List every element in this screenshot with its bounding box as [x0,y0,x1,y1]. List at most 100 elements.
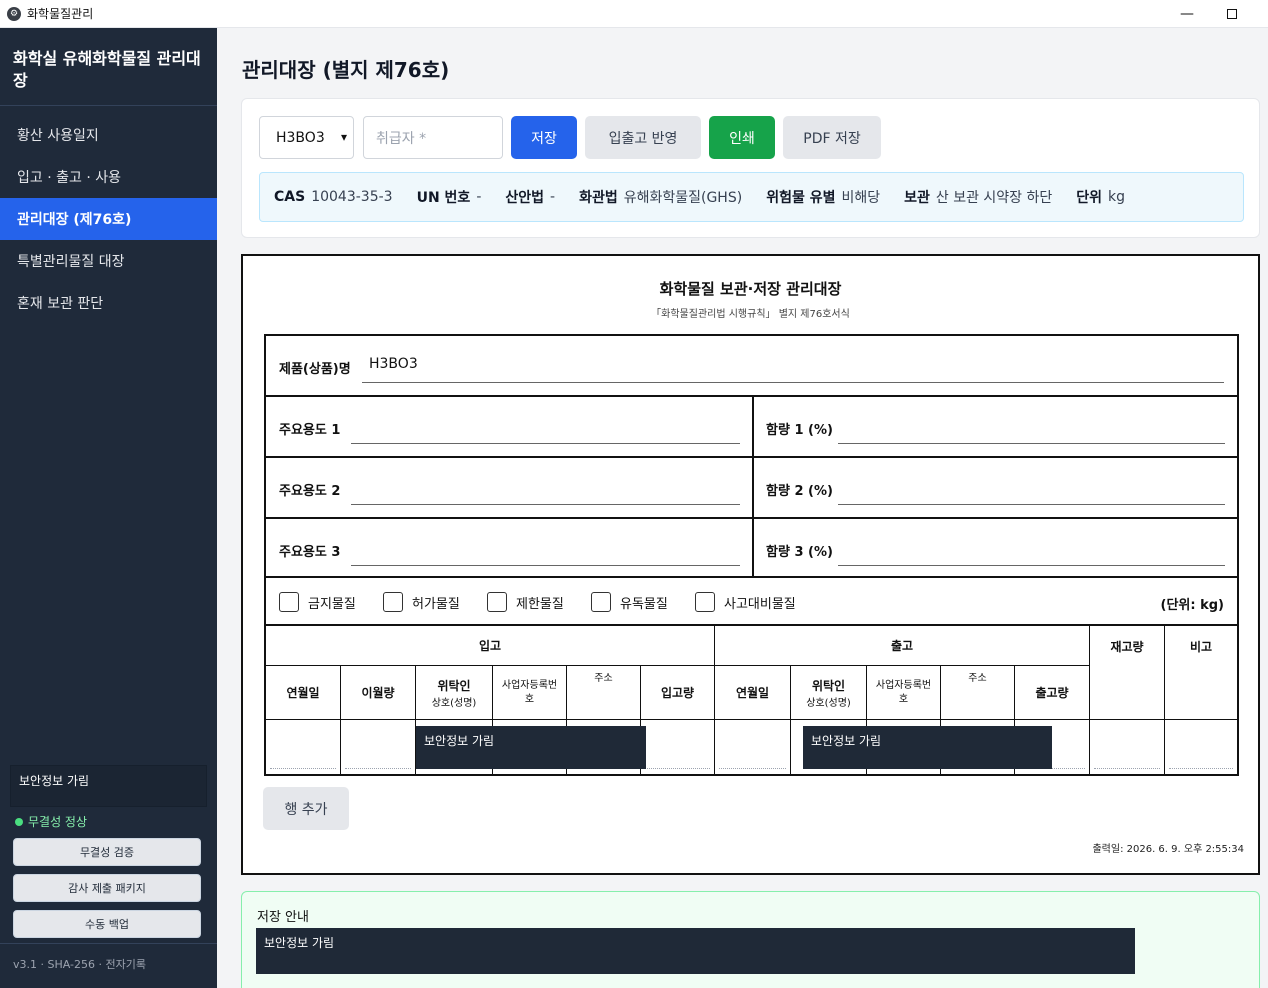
masked-in-info: 보안정보 가림 [416,726,646,769]
integrity-status-text: 무결성 정상 [28,815,88,829]
substance-class-row: 금지물질 허가물질 제한물질 유독물질 사고대비물질 (단위: kg) [264,578,1239,626]
chemical-select[interactable]: H3BO3 ▾ [259,116,354,159]
product-field[interactable]: H3BO3 [369,356,418,372]
out-consignor-label: 위탁인 [811,678,846,693]
add-row-button[interactable]: 행 추가 [263,787,349,830]
minimize-button[interactable]: — [1164,0,1210,28]
sidebar-nav: 황산 사용일지 입고 · 출고 · 사용 관리대장 (제76호) 특별관리물질 … [0,114,217,324]
sidebar-item-special-ledger[interactable]: 특별관리물질 대장 [0,240,217,282]
use3-field[interactable] [351,565,740,566]
checkbox-icon [279,592,299,612]
cell-in-carry[interactable] [341,720,416,775]
audit-package-button[interactable]: 감사 제출 패키지 [13,874,201,902]
integrity-status: 무결성 정상 [15,813,217,830]
check-label: 사고대비물질 [724,596,796,612]
masked-info-block: 보안정보 가림 [10,765,207,807]
cell-stock[interactable] [1090,720,1165,775]
checkbox-icon [487,592,507,612]
in-date-header: 연월일 [266,666,341,720]
notice-title: 저장 안내 [257,910,309,925]
in-qty-header: 입고량 [641,666,715,720]
sidebar: 화학실 유해화학물질 관리대장 황산 사용일지 입고 · 출고 · 사용 관리대… [0,28,217,988]
cell-in-qty[interactable] [641,720,715,775]
pdf-save-button[interactable]: PDF 저장 [783,116,881,159]
window-titlebar: ⚙ 화학물질관리 — [0,0,1268,28]
content1-field[interactable] [838,443,1225,444]
osh-key: 산안법 [505,190,545,206]
manual-backup-button[interactable]: 수동 백업 [13,910,201,938]
checkbox-icon [383,592,403,612]
content1-label: 함량 1 (%) [766,423,833,438]
handler-input[interactable]: 취급자 * [363,116,503,159]
print-button[interactable]: 인쇄 [709,116,775,159]
toolbar-card: H3BO3 ▾ 취급자 * 저장 입출고 반영 인쇄 PDF 저장 CAS 10… [241,98,1260,238]
check-toxic[interactable]: 유독물질 [591,592,668,612]
in-consignor-sub: 상호(성명) [431,697,477,709]
cca-value: 유해화학물질(GHS) [623,190,743,206]
content2-label: 함량 2 (%) [766,484,833,499]
in-carry-header: 이월량 [341,666,416,720]
use2-field[interactable] [351,504,740,505]
check-permitted[interactable]: 허가물질 [383,592,460,612]
unit-value: kg [1108,189,1126,205]
product-row: 제품(상품)명 H3BO3 [266,336,1237,397]
checkbox-icon [591,592,611,612]
sidebar-title: 화학실 유해화학물질 관리대장 [0,28,217,106]
use3-label: 주요용도 3 [279,545,341,560]
save-button[interactable]: 저장 [511,116,577,159]
osh-value: - [550,189,556,205]
sidebar-item-mixed-storage[interactable]: 혼재 보관 판단 [0,282,217,324]
use1-field[interactable] [351,443,740,444]
row-divider [752,458,754,517]
hazmat-key: 위험물 유별 [766,190,836,206]
un-value: - [476,189,482,205]
unit-label: (단위: kg) [1160,598,1224,613]
use-row-1: 주요용도 1 함량 1 (%) [266,397,1237,458]
note-header: 비고 [1165,626,1237,720]
use-row-3: 주요용도 3 함량 3 (%) [266,519,1237,580]
ledger-table: 입고 출고 재고량 비고 연월일 이월량 위탁인 상호(성명) 사업자등록번호 … [264,626,1239,776]
storage-value: 산 보관 시약장 하단 [935,190,1053,206]
printed-timestamp: 출력일: 2026. 6. 9. 오후 2:55:34 [1092,844,1244,855]
content3-field[interactable] [838,565,1225,566]
status-dot-icon [15,817,23,826]
check-restricted[interactable]: 제한물질 [487,592,564,612]
sidebar-item-in-out-use[interactable]: 입고 · 출고 · 사용 [0,156,217,198]
out-consignor-sub: 상호(성명) [806,697,851,709]
page-title: 관리대장 (별지 제76호) [242,58,450,82]
window-title: 화학물질관리 [27,7,94,21]
product-underline [362,382,1224,383]
sheet-subtitle: 「화학물질관리법 시행규칙」 별지 제76호서식 [651,309,850,320]
cell-in-date[interactable] [266,720,341,775]
out-group-header: 출고 [715,626,1090,666]
out-qty-header: 출고량 [1015,666,1090,720]
save-notice: 저장 안내 보안정보 가림 [241,891,1260,988]
storage-key: 보관 [904,190,930,206]
in-bizno-header: 사업자등록번호 [493,666,567,720]
check-accident-prep[interactable]: 사고대비물질 [695,592,796,612]
use2-label: 주요용도 2 [279,484,341,499]
row-divider [752,397,754,456]
verify-integrity-button[interactable]: 무결성 검증 [13,838,201,866]
check-prohibited[interactable]: 금지물질 [279,592,356,612]
content2-field[interactable] [838,504,1225,505]
out-bizno-header: 사업자등록번호 [867,666,941,720]
chevron-down-icon: ▾ [340,130,347,144]
sidebar-item-sulfuric-log[interactable]: 황산 사용일지 [0,114,217,156]
cell-out-date[interactable] [715,720,791,775]
check-label: 유독물질 [620,596,668,612]
hazmat-value: 비해당 [841,190,881,206]
reflect-inout-button[interactable]: 입출고 반영 [585,116,701,159]
in-address-header: 주소 [567,666,641,720]
use-row-2: 주요용도 2 함량 2 (%) [266,458,1237,519]
row-divider [752,519,754,578]
cas-key: CAS [274,189,306,205]
unit-key: 단위 [1076,190,1103,206]
un-key: UN 번호 [416,190,471,206]
in-group-header: 입고 [266,626,715,666]
sidebar-item-ledger-76[interactable]: 관리대장 (제76호) [0,198,217,240]
check-label: 허가물질 [412,596,460,612]
cell-note[interactable] [1165,720,1237,775]
maximize-button[interactable] [1209,0,1255,28]
maximize-icon [1227,9,1237,19]
